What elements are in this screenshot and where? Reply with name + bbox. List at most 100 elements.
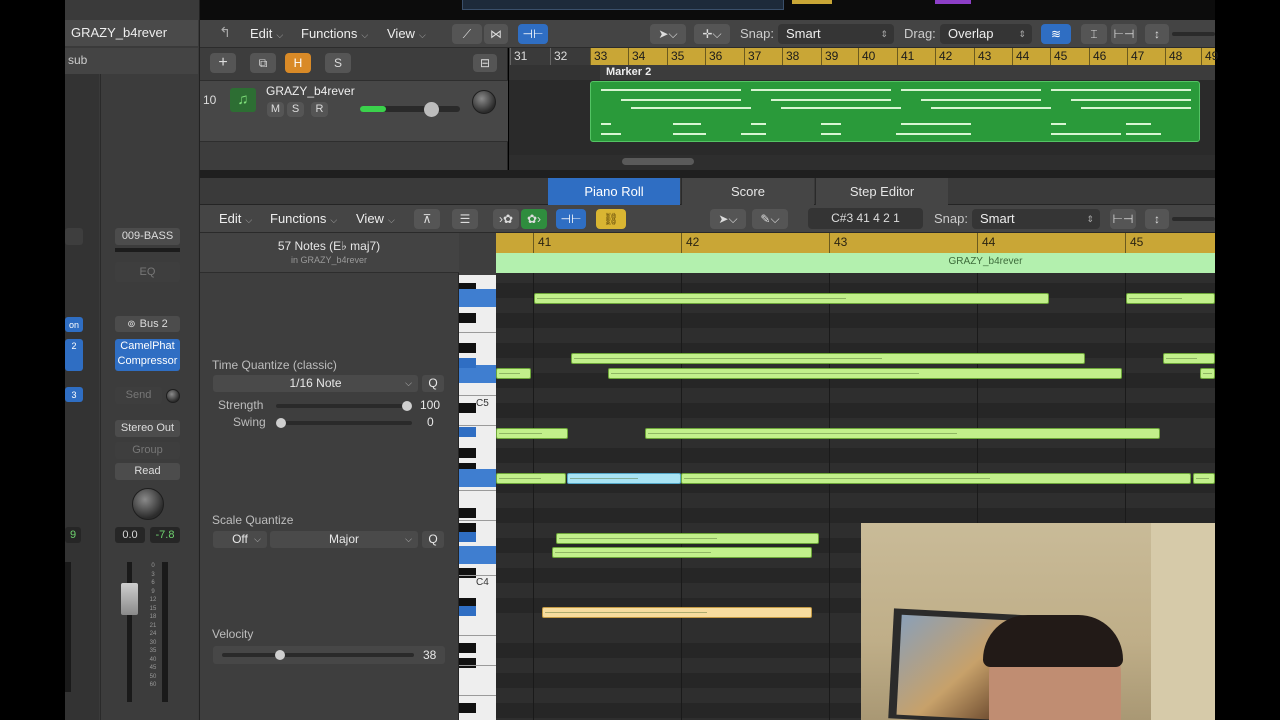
left-bus-slot[interactable]: 3 [65,387,83,402]
black-key[interactable] [459,568,476,578]
eq-slot[interactable]: EQ [115,262,180,282]
strength-slider[interactable] [276,404,412,408]
pr-functions-menu[interactable]: Functions ⌵ [270,209,337,229]
pr-vertical-zoom-icon[interactable]: ↕ [1145,209,1169,229]
pr-view-menu[interactable]: View ⌵ [356,209,395,229]
volume-fader-handle[interactable] [121,583,138,615]
bus-send-slot[interactable]: ⊚ Bus 2 [115,316,180,332]
black-key[interactable] [459,658,476,668]
midi-note[interactable] [552,547,812,558]
add-track-button[interactable]: + [210,53,236,73]
tracks-edit-menu[interactable]: Edit ⌵ [250,24,283,44]
midi-note[interactable] [496,368,531,379]
midi-note[interactable] [496,428,568,439]
tab-score[interactable]: Score [681,178,814,205]
midi-note[interactable] [556,533,819,544]
piano-keyboard[interactable] [459,275,496,720]
midi-note[interactable] [608,368,1122,379]
output-slot[interactable]: Stereo Out [115,420,180,437]
black-key[interactable] [459,403,476,413]
scale-type-select[interactable]: Major ⌵ [270,531,418,548]
velocity-thumb[interactable] [275,650,285,660]
scale-root-select[interactable]: Off ⌵ [213,531,267,548]
midi-in-icon[interactable]: ›✿ [493,209,519,229]
midi-note[interactable] [1200,368,1215,379]
black-key[interactable] [459,448,476,458]
pr-horizontal-zoom-icon[interactable]: ⊢⊣ [1110,209,1136,229]
scale-quantize-button[interactable]: Q [422,531,444,548]
vertical-zoom-icon[interactable]: ⌶ [1081,24,1107,44]
vertical-size-icon[interactable]: ↕ [1145,24,1169,44]
black-key[interactable] [459,313,476,323]
time-quantize-select[interactable]: 1/16 Note ⌵ [213,375,418,392]
midi-note[interactable] [534,293,1049,304]
pr-pencil-tool-icon[interactable]: ✎⌵ [752,209,788,229]
tab-piano-roll[interactable]: Piano Roll [548,178,680,205]
left-input-slot[interactable] [65,228,83,245]
catch-playhead-icon[interactable]: ⊣⊢ [518,24,548,44]
midi-note[interactable] [1163,353,1215,364]
track-pan-knob[interactable] [472,90,496,114]
flex-icon[interactable]: ⋈ [484,24,508,44]
waveform-zoom-icon[interactable]: ≋ [1041,24,1071,44]
pr-zoom-slider[interactable] [1172,217,1215,221]
midi-note[interactable] [496,473,566,484]
highlighted-key[interactable] [459,469,496,487]
track-volume-thumb[interactable] [424,102,439,117]
list-icon[interactable]: ☰ [452,209,478,229]
tracks-view-menu[interactable]: View ⌵ [387,24,426,44]
left-plugin-slot-2[interactable]: 2 [65,339,83,371]
horizontal-zoom-icon[interactable]: ⊢⊣ [1111,24,1137,44]
inspector-sub-section[interactable]: sub [65,48,198,74]
mute-button[interactable]: M [267,102,284,117]
swing-slider[interactable] [276,421,412,425]
pointer-tool-icon[interactable]: ➤⌵ [650,24,686,44]
midi-note[interactable] [681,473,1191,484]
horizontal-scrollbar[interactable] [622,158,694,165]
inspector-track-name[interactable]: GRAZY_b4rever [65,20,198,46]
pr-pointer-tool-icon[interactable]: ➤⌵ [710,209,746,229]
automation-curve-icon[interactable]: ⟋ [452,24,482,44]
drag-select[interactable]: Overlap ⇕ [940,24,1032,44]
marker-label[interactable]: Marker 2 [600,65,1215,80]
collapse-icon[interactable]: ⊟ [473,54,497,72]
black-key[interactable] [459,343,476,353]
record-enable-button[interactable]: R [311,102,328,117]
track-name[interactable]: GRAZY_b4rever [266,84,355,98]
highlighted-black-key[interactable] [459,606,476,616]
quantize-icon[interactable]: ⊼ [414,209,440,229]
midi-note[interactable] [1126,293,1215,304]
pencil-tool-icon[interactable]: ✛⌵ [694,24,730,44]
highlighted-key[interactable] [459,289,496,307]
black-key[interactable] [459,508,476,518]
black-key[interactable] [459,643,476,653]
time-quantize-button[interactable]: Q [422,375,444,392]
midi-out-icon[interactable]: ✿› [521,209,547,229]
swing-thumb[interactable] [276,418,286,428]
left-plugin-slot[interactable]: on [65,317,83,332]
send-knob[interactable] [166,389,180,403]
tracks-functions-menu[interactable]: Functions ⌵ [301,24,368,44]
duplicate-track-icon[interactable]: ⧉ [250,53,276,73]
send-slot[interactable]: Send [115,387,162,404]
velocity-slider[interactable] [222,653,414,657]
black-key[interactable] [459,703,476,713]
midi-region[interactable] [590,81,1200,142]
pr-edit-menu[interactable]: Edit ⌵ [219,209,252,229]
pan-knob[interactable] [132,488,164,520]
hide-button[interactable]: H [285,53,311,73]
editor-divider[interactable] [200,170,1215,178]
track-zoom-slider[interactable] [1172,32,1215,36]
global-solo-button[interactable]: S [325,53,351,73]
midi-note[interactable] [645,428,1160,439]
pr-snap-select[interactable]: Smart ⇕ [972,209,1100,229]
back-arrow-icon[interactable]: ↰ [214,24,236,44]
midi-note[interactable] [571,353,1085,364]
tab-step-editor[interactable]: Step Editor [815,178,948,205]
midi-note[interactable] [567,473,681,484]
input-slot[interactable]: 009-BASS [115,228,180,245]
midi-note[interactable] [1193,473,1215,484]
highlighted-key[interactable] [459,546,496,564]
midi-note[interactable] [542,607,812,618]
solo-button[interactable]: S [287,102,304,117]
